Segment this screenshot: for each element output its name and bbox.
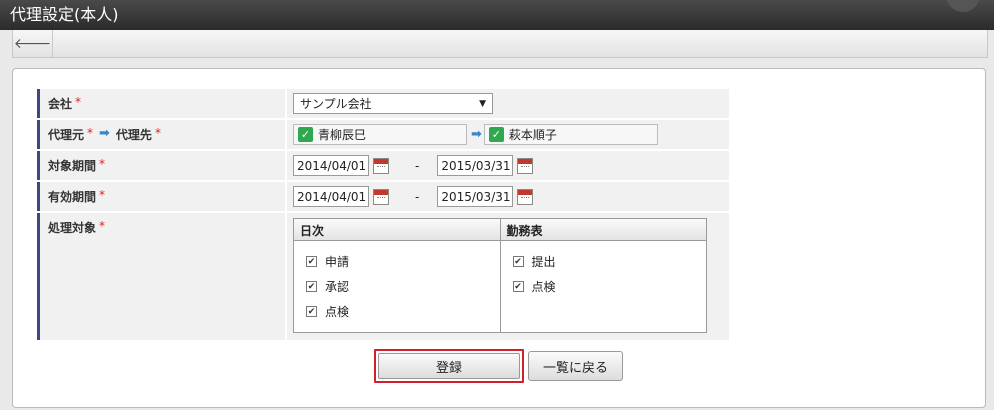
- back-button[interactable]: 🡐: [13, 30, 53, 57]
- valid-period-label: 有効期間 *: [37, 182, 285, 211]
- from-user-field[interactable]: ✓ 青柳辰巳: [293, 124, 467, 145]
- checkbox-checked-icon[interactable]: ✔: [306, 256, 317, 267]
- period-separator: -: [415, 158, 420, 173]
- checkbox-item[interactable]: ✔ 承認: [306, 274, 488, 299]
- to-user-field[interactable]: ✓ 萩本順子: [483, 124, 658, 145]
- required-mark: *: [87, 126, 94, 140]
- checkbox-checked-icon[interactable]: ✔: [512, 281, 524, 292]
- form-panel: 会社 * サンプル会社 ▼ 代理元 * ➡ 代理先 * ✓ 青柳辰巳 ➡ ✓ 萩…: [12, 68, 986, 408]
- checkbox-item[interactable]: ✔ 申請: [306, 249, 488, 274]
- worksheet-column: 勤務表 ✔ 提出 ✔ 点検: [499, 219, 706, 332]
- company-label: 会社 *: [37, 89, 285, 118]
- toolbar: 🡐: [12, 30, 988, 58]
- required-mark: *: [99, 188, 106, 202]
- dropdown-caret-icon: ▼: [479, 98, 486, 109]
- back-to-list-button[interactable]: 一覧に戻る: [528, 351, 623, 381]
- page-title: 代理設定(本人): [10, 5, 119, 24]
- company-row: 会社 * サンプル会社 ▼: [37, 89, 729, 118]
- left-arrow-icon: 🡐: [13, 36, 52, 52]
- checkbox-checked-icon[interactable]: ✔: [306, 306, 317, 317]
- checkbox-item[interactable]: ✔ 点検: [512, 274, 695, 299]
- company-select[interactable]: サンプル会社 ▼: [293, 93, 493, 114]
- delegate-label: 代理元 * ➡ 代理先 *: [37, 120, 285, 149]
- required-mark: *: [75, 95, 82, 109]
- register-button-highlight: 登録: [374, 349, 524, 383]
- required-mark: *: [99, 157, 106, 171]
- process-target-label: 処理対象 *: [37, 213, 285, 340]
- calendar-icon[interactable]: [517, 157, 534, 174]
- target-start-date-input[interactable]: 2014/04/01: [293, 155, 369, 176]
- register-button[interactable]: 登録: [378, 353, 520, 379]
- page-title-bar: 代理設定(本人): [0, 0, 994, 30]
- right-arrow-icon: ➡: [99, 126, 110, 141]
- checkbox-item[interactable]: ✔ 点検: [306, 299, 488, 324]
- target-end-date-input[interactable]: 2015/03/31: [437, 155, 514, 176]
- calendar-icon[interactable]: [373, 188, 389, 205]
- checkmark-icon: ✓: [298, 127, 313, 142]
- form-buttons: 登録 一覧に戻る: [374, 349, 623, 383]
- checkbox-checked-icon[interactable]: ✔: [512, 256, 524, 267]
- daily-column: 日次 ✔ 申請 ✔ 承認 ✔ 点検: [294, 219, 500, 332]
- column-header: 勤務表: [500, 219, 706, 241]
- column-header: 日次: [294, 219, 500, 241]
- process-target-row: 処理対象 * 日次 ✔ 申請 ✔ 承認 ✔ 点検 勤務表 ✔ 提出 ✔ 点検: [37, 213, 729, 340]
- target-period-row: 対象期間 * 2014/04/01 - 2015/03/31: [37, 151, 729, 180]
- right-arrow-icon: ➡: [471, 127, 482, 142]
- process-target-table: 日次 ✔ 申請 ✔ 承認 ✔ 点検 勤務表 ✔ 提出 ✔ 点検: [293, 218, 707, 333]
- calendar-icon[interactable]: [517, 188, 534, 205]
- valid-end-date-input[interactable]: 2015/03/31: [437, 186, 514, 207]
- checkmark-icon: ✓: [488, 127, 504, 142]
- delegate-form: 会社 * サンプル会社 ▼ 代理元 * ➡ 代理先 * ✓ 青柳辰巳 ➡ ✓ 萩…: [37, 89, 729, 342]
- checkbox-item[interactable]: ✔ 提出: [512, 249, 695, 274]
- target-period-label: 対象期間 *: [37, 151, 285, 180]
- checkbox-checked-icon[interactable]: ✔: [306, 281, 317, 292]
- required-mark: *: [99, 219, 106, 233]
- delegate-row: 代理元 * ➡ 代理先 * ✓ 青柳辰巳 ➡ ✓ 萩本順子: [37, 120, 729, 149]
- valid-period-row: 有効期間 * 2014/04/01 - 2015/03/31: [37, 182, 729, 211]
- required-mark: *: [154, 126, 161, 140]
- corner-decoration: [946, 0, 980, 12]
- valid-start-date-input[interactable]: 2014/04/01: [293, 186, 369, 207]
- period-separator: -: [415, 189, 420, 204]
- calendar-icon[interactable]: [373, 157, 389, 174]
